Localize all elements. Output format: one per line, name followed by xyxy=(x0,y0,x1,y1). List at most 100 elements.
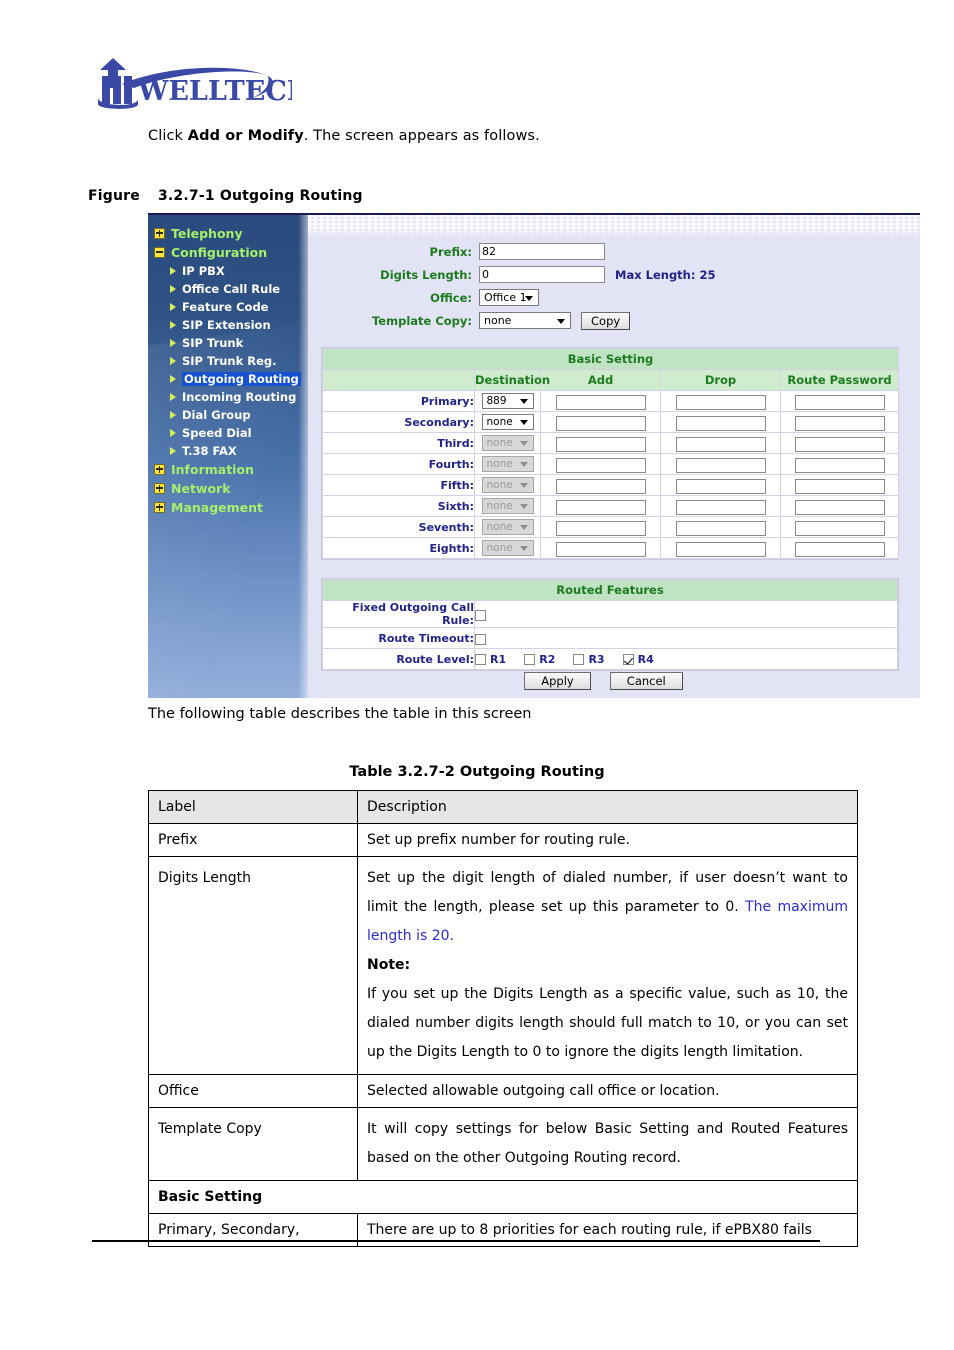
chevron-down-icon xyxy=(519,462,528,467)
plus-box-icon[interactable] xyxy=(154,501,165,513)
basic-setting-title: Basic Setting xyxy=(321,348,900,370)
route-level-r4[interactable]: R4 xyxy=(622,653,654,666)
drop-input-eighth[interactable] xyxy=(675,541,766,557)
route-level-r3[interactable]: R3 xyxy=(573,653,605,666)
route-level-r2-checkbox[interactable] xyxy=(524,653,536,665)
copy-button[interactable]: Copy xyxy=(581,311,631,330)
sidebar-item-network[interactable]: Network xyxy=(148,479,308,498)
destination-select-secondary[interactable]: none xyxy=(481,414,534,430)
sidebar-item-incoming-routing[interactable]: Incoming Routing xyxy=(148,388,308,406)
drop-input-fourth[interactable] xyxy=(675,457,766,473)
destination-select-seventh[interactable]: none xyxy=(481,519,534,535)
figure-label: Figure xyxy=(88,188,140,204)
route-password-input-secondary[interactable] xyxy=(794,415,885,431)
arrow-right-icon xyxy=(170,339,176,347)
template-copy-select[interactable]: none xyxy=(479,312,571,329)
route-password-input-third[interactable] xyxy=(794,436,885,452)
destination-select-fourth[interactable]: none xyxy=(481,456,534,472)
password-cell xyxy=(779,453,900,475)
sidebar-item-ip-pbx[interactable]: IP PBX xyxy=(148,262,308,280)
sidebar-item-feature-code[interactable]: Feature Code xyxy=(148,298,308,316)
sidebar-item-outgoing-routing[interactable]: Outgoing Routing xyxy=(148,370,308,388)
route-level-r3-checkbox[interactable] xyxy=(573,653,585,665)
sidebar-item-sip-trunk-reg[interactable]: SIP Trunk Reg. xyxy=(148,352,308,370)
apply-button[interactable]: Apply xyxy=(524,672,591,690)
route-password-input-eighth[interactable] xyxy=(794,541,885,557)
drop-input-secondary[interactable] xyxy=(675,415,766,431)
web-ui-sidebar: Telephony Configuration IP PBX Office Ca… xyxy=(148,215,308,698)
drop-input-fifth[interactable] xyxy=(675,478,766,494)
drop-input-third[interactable] xyxy=(675,436,766,452)
row-label-third: Third: xyxy=(322,432,475,454)
prefix-input[interactable]: 82 xyxy=(479,243,605,260)
destination-select-sixth[interactable]: none xyxy=(481,498,534,514)
add-cell xyxy=(540,537,661,559)
add-input-fourth[interactable] xyxy=(555,457,646,473)
route-level-r2[interactable]: R2 xyxy=(524,653,555,666)
plus-box-icon[interactable] xyxy=(154,227,165,239)
drop-input-seventh[interactable] xyxy=(675,520,766,536)
sidebar-item-dial-group[interactable]: Dial Group xyxy=(148,406,308,424)
add-input-eighth[interactable] xyxy=(555,541,646,557)
drop-input-sixth[interactable] xyxy=(675,499,766,515)
route-password-input-fourth[interactable] xyxy=(794,457,885,473)
sidebar-item-telephony[interactable]: Telephony xyxy=(148,224,308,243)
route-level-r1[interactable]: R1 xyxy=(475,653,506,666)
add-input-secondary[interactable] xyxy=(555,415,646,431)
add-input-third[interactable] xyxy=(555,436,646,452)
route-password-input-primary[interactable] xyxy=(794,394,885,410)
password-cell xyxy=(779,516,900,538)
sidebar-item-t38-fax[interactable]: T.38 FAX xyxy=(148,442,308,460)
route-password-input-fifth[interactable] xyxy=(794,478,885,494)
route-level-r1-checkbox[interactable] xyxy=(475,653,486,665)
destination-value: none xyxy=(486,479,513,491)
sidebar-item-management[interactable]: Management xyxy=(148,498,308,517)
destination-select-eighth[interactable]: none xyxy=(481,540,534,556)
drop-input-primary[interactable] xyxy=(675,394,766,410)
fixed-outgoing-call-rule-checkbox[interactable] xyxy=(475,609,486,621)
table-row-prefix: Prefix Set up prefix number for routing … xyxy=(148,823,858,857)
chevron-down-icon xyxy=(557,318,565,324)
digits-length-note-label: Note: xyxy=(367,957,411,973)
sidebar-item-speed-dial[interactable]: Speed Dial xyxy=(148,424,308,442)
cancel-button[interactable]: Cancel xyxy=(609,672,683,690)
add-input-seventh[interactable] xyxy=(555,520,646,536)
plus-box-icon[interactable] xyxy=(154,463,165,475)
route-password-input-seventh[interactable] xyxy=(794,520,885,536)
route-level-r1-label: R1 xyxy=(490,652,507,666)
destination-select-fifth[interactable]: none xyxy=(481,477,534,493)
digits-length-input[interactable]: 0 xyxy=(479,266,605,283)
plus-box-icon[interactable] xyxy=(154,482,165,494)
sidebar-item-label: Outgoing Routing xyxy=(182,372,301,386)
row-desc-template-copy: It will copy settings for below Basic Se… xyxy=(357,1107,858,1181)
sidebar-item-configuration[interactable]: Configuration xyxy=(148,243,308,262)
destination-select-third[interactable]: none xyxy=(481,435,534,451)
sidebar-item-label: Telephony xyxy=(171,225,243,241)
add-input-fifth[interactable] xyxy=(555,478,646,494)
row-label-fifth: Fifth: xyxy=(322,474,475,496)
office-select[interactable]: Office 1 xyxy=(479,289,539,306)
sidebar-item-sip-extension[interactable]: SIP Extension xyxy=(148,316,308,334)
arrow-right-icon xyxy=(170,267,176,275)
routed-features-table: Routed Features Fixed Outgoing Call Rule… xyxy=(322,579,898,670)
arrow-right-icon xyxy=(170,393,176,401)
row-label-secondary: Secondary: xyxy=(322,411,475,433)
route-timeout-checkbox[interactable] xyxy=(475,633,486,645)
drop-cell xyxy=(660,432,781,454)
route-password-input-sixth[interactable] xyxy=(794,499,885,515)
arrow-right-icon xyxy=(170,375,176,383)
destination-select-primary[interactable]: 889 xyxy=(481,393,534,409)
sidebar-item-sip-trunk[interactable]: SIP Trunk xyxy=(148,334,308,352)
sidebar-nav: Telephony Configuration IP PBX Office Ca… xyxy=(148,215,308,517)
minus-box-icon[interactable] xyxy=(154,246,165,258)
route-level-r4-checkbox[interactable] xyxy=(622,653,634,665)
sidebar-item-office-call-rule[interactable]: Office Call Rule xyxy=(148,280,308,298)
sidebar-item-information[interactable]: Information xyxy=(148,460,308,479)
add-input-sixth[interactable] xyxy=(555,499,646,515)
row-desc-office: Selected allowable outgoing call office … xyxy=(357,1074,858,1108)
sidebar-item-label: Feature Code xyxy=(182,300,269,314)
drop-cell xyxy=(660,411,781,433)
add-input-primary[interactable] xyxy=(555,394,646,410)
arrow-right-icon xyxy=(170,303,176,311)
sidebar-item-label: Office Call Rule xyxy=(182,282,281,296)
